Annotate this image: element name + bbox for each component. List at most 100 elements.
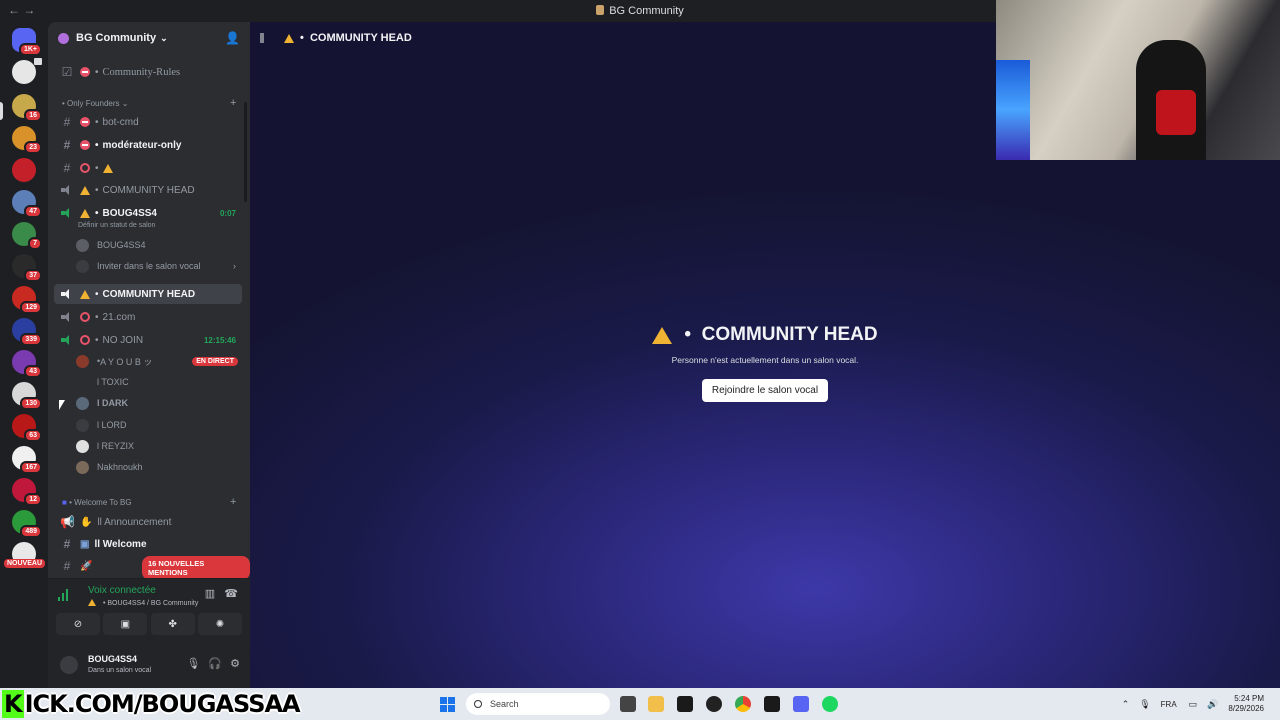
voice-controls: ▥ ☎: [205, 587, 238, 600]
server-icon[interactable]: [12, 58, 42, 84]
voice-member[interactable]: Nakhnoukh: [76, 458, 242, 476]
new-mentions-badge[interactable]: 16 NOUVELLES MENTIONS: [142, 556, 250, 580]
activities-button[interactable]: ✤: [150, 613, 195, 635]
voice-channel-community-head[interactable]: • COMMUNITY HEAD: [54, 180, 242, 200]
megaphone-icon: 📢: [60, 515, 75, 529]
server-icon[interactable]: 12: [12, 478, 42, 506]
spotify-icon[interactable]: [822, 696, 838, 712]
voice-empty-description: Personne n'est actuellement dans un salo…: [671, 354, 859, 365]
server-icon[interactable]: 130: [12, 382, 42, 410]
channel-header: • COMMUNITY HEAD: [260, 32, 412, 44]
voice-member[interactable]: l TOXIC: [76, 373, 242, 391]
add-user-icon[interactable]: 👤: [225, 31, 240, 45]
search-icon: [474, 700, 482, 708]
chevron-up-icon[interactable]: ⌃: [1122, 699, 1130, 710]
add-channel-icon[interactable]: +: [230, 496, 236, 508]
add-channel-icon[interactable]: +: [230, 97, 236, 109]
avatar[interactable]: [60, 656, 78, 674]
obs-icon[interactable]: [706, 696, 722, 712]
voice-channel-title: • COMMUNITY HEAD: [652, 324, 878, 346]
server-icon[interactable]: [12, 158, 36, 182]
file-explorer-icon[interactable]: [648, 696, 664, 712]
speaker-icon: [60, 185, 74, 195]
voice-channel-boug4ss4[interactable]: • BOUG4SS4 0:07: [54, 203, 242, 223]
signal-icon[interactable]: [58, 589, 70, 601]
voice-status-title: Voix connectée: [88, 585, 156, 596]
hash-icon: #: [63, 537, 71, 551]
status-hint[interactable]: Définir un statut de salon: [78, 222, 155, 229]
speaker-icon: [60, 289, 74, 299]
user-status: Dans un salon vocal: [88, 667, 152, 674]
server-icon: [596, 5, 605, 15]
language-indicator[interactable]: FRA: [1161, 700, 1177, 709]
speaker-icon: [60, 208, 74, 218]
kick-banner: K ICK.COM/BOUGASSAA: [2, 690, 301, 718]
start-button[interactable]: [440, 697, 455, 712]
server-header[interactable]: BG Community ⌄ 👤: [48, 22, 250, 54]
server-icon[interactable]: 339: [12, 318, 42, 346]
channel-community-rules[interactable]: ☑ • Community-Rules: [54, 62, 242, 82]
empty-voice-panel: • COMMUNITY HEAD Personne n'est actuelle…: [250, 324, 1280, 402]
category-welcome[interactable]: ■ • Welcome To BG +: [62, 496, 236, 508]
soundboard-button[interactable]: ✺: [197, 613, 242, 635]
camera-off-button[interactable]: ⊘: [56, 613, 100, 635]
microphone-icon[interactable]: 🎙: [1139, 699, 1150, 710]
server-icon[interactable]: 129: [12, 286, 42, 314]
voice-action-buttons: ⊘ ▣ ✤ ✺: [56, 613, 242, 635]
voice-member[interactable]: l REYZIX: [76, 437, 242, 455]
screen-share-button[interactable]: ▣: [103, 613, 148, 635]
voice-member[interactable]: l DARK: [76, 394, 242, 412]
server-name: BG Community: [76, 32, 157, 44]
terminal-icon[interactable]: [677, 696, 693, 712]
server-icon[interactable]: 16: [12, 94, 42, 122]
volume-icon[interactable]: 🔊: [1207, 699, 1218, 710]
channel-bot-cmd[interactable]: # • bot-cmd: [54, 112, 242, 132]
category-only-founders[interactable]: • Only Founders ⌄ +: [62, 97, 236, 109]
voice-member[interactable]: • A Y O U B ッ EN DIRECT: [76, 352, 242, 370]
clock[interactable]: 5:24 PM 8/29/2026: [1228, 694, 1264, 714]
discord-icon[interactable]: [793, 696, 809, 712]
rules-icon: ☑: [61, 65, 73, 79]
channel-warning[interactable]: # •: [54, 158, 242, 178]
join-voice-button[interactable]: Rejoindre le salon vocal: [701, 378, 829, 402]
channel-welcome[interactable]: # ▣ ll Welcome: [54, 534, 242, 554]
voice-member[interactable]: l LORD: [76, 416, 242, 434]
invite-to-voice[interactable]: Inviter dans le salon vocal ›: [76, 257, 242, 275]
app-icon[interactable]: [764, 696, 780, 712]
microphone-icon[interactable]: 🎙: [186, 657, 200, 670]
voice-connected-panel: Voix connectée • BOUG4SS4 / BG Community…: [48, 578, 250, 642]
server-icon[interactable]: 47: [12, 190, 42, 218]
voice-channel-21com[interactable]: • 21.com: [54, 307, 242, 327]
task-view-icon[interactable]: [620, 696, 636, 712]
gear-icon[interactable]: ⚙: [230, 657, 240, 670]
server-icon[interactable]: 489: [12, 510, 42, 538]
server-logo: [58, 32, 69, 44]
channel-announcement[interactable]: 📢 ✋ ll Announcement: [54, 512, 242, 532]
server-icon[interactable]: 37: [12, 254, 42, 282]
headphones-icon[interactable]: 🎧: [208, 657, 222, 670]
channel-sidebar: BG Community ⌄ 👤 ☑ • Community-Rules • On…: [48, 22, 250, 688]
voice-member[interactable]: BOUG4SS4: [76, 236, 242, 254]
voice-status-subtitle: • BOUG4SS4 / BG Community: [88, 599, 198, 607]
taskbar-search[interactable]: Search: [466, 693, 610, 715]
server-icon[interactable]: 167: [12, 446, 42, 474]
soundboard-icon[interactable]: ▥: [205, 588, 215, 600]
hash-icon: #: [63, 161, 71, 175]
network-icon[interactable]: ▭: [1189, 699, 1198, 710]
discord-app: ← → BG Community 1K+ 16 23 47 7 37 129 3…: [0, 0, 1280, 688]
chevron-down-icon: ⌄: [160, 32, 168, 43]
user-controls: 🎙 🎧 ⚙: [186, 657, 240, 670]
server-icon[interactable]: 63: [12, 414, 42, 442]
voice-channel-no-join[interactable]: • NO JOIN 12:15:46: [54, 330, 242, 350]
chrome-icon[interactable]: [735, 696, 751, 712]
user-name: BOUG4SS4: [88, 654, 138, 664]
server-icon[interactable]: 7: [12, 222, 42, 250]
scrollbar[interactable]: [244, 102, 247, 202]
server-icon[interactable]: 23: [12, 126, 42, 154]
home-button[interactable]: 1K+: [12, 28, 42, 56]
disconnect-icon[interactable]: ☎: [224, 588, 238, 600]
channel-moderateur-only[interactable]: # • modérateur-only: [54, 135, 242, 155]
voice-channel-community-head-active[interactable]: • COMMUNITY HEAD: [54, 284, 242, 304]
hash-icon: #: [63, 115, 71, 129]
server-icon[interactable]: 43: [12, 350, 42, 378]
